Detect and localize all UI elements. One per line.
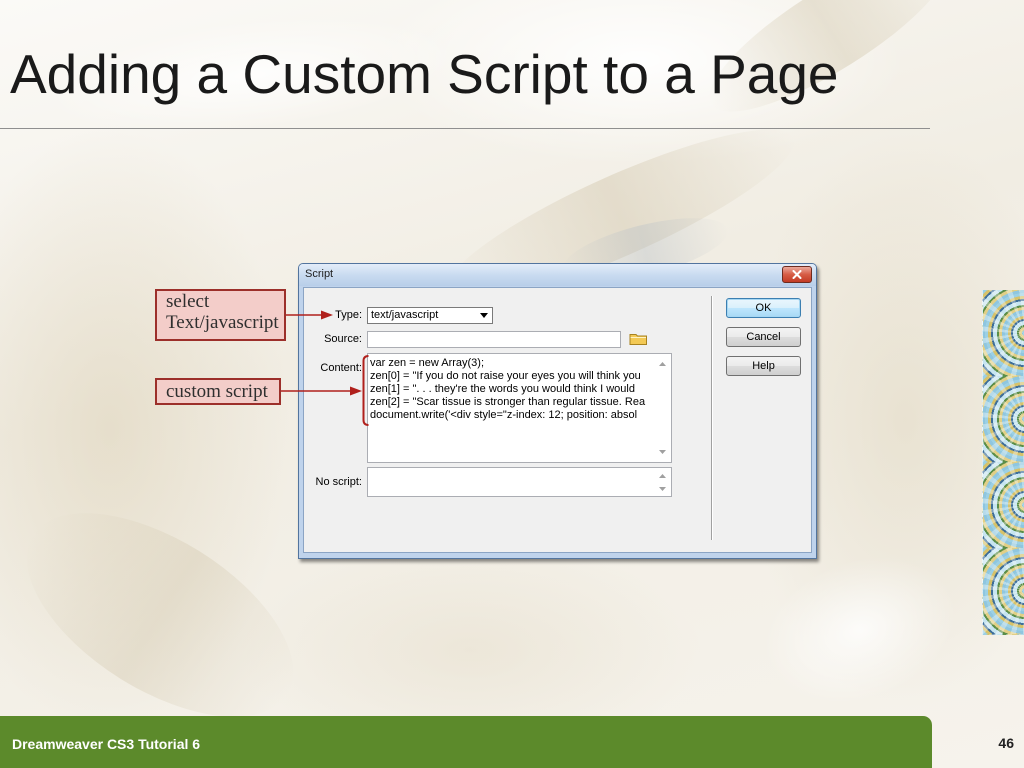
source-label: Source: <box>324 333 362 345</box>
decorative-pattern <box>982 290 1024 635</box>
script-dialog: Script Type: text/javascript Source: Con… <box>298 263 817 559</box>
noscript-textarea[interactable] <box>367 467 672 497</box>
chevron-down-icon <box>480 313 488 318</box>
scroll-down-icon[interactable] <box>659 487 666 491</box>
help-button[interactable]: Help <box>726 356 801 376</box>
slide: Adding a Custom Script to a Page Script … <box>0 0 1024 768</box>
content-callout: custom script <box>155 378 281 405</box>
page-number: 46 <box>998 735 1014 751</box>
type-callout-line: select <box>166 291 210 312</box>
dialog-body: Type: text/javascript Source: Content: v… <box>303 287 812 553</box>
footer-text: Dreamweaver CS3 Tutorial 6 <box>12 736 201 752</box>
scroll-up-icon[interactable] <box>659 474 666 478</box>
content-textarea[interactable]: var zen = new Array(3); zen[0] = "If you… <box>367 353 672 463</box>
type-callout: select Text/javascript <box>155 289 286 341</box>
content-line: zen[1] = ". . . they're the words you wo… <box>370 383 635 395</box>
content-callout-line: custom script <box>166 381 268 402</box>
cancel-button[interactable]: Cancel <box>726 327 801 347</box>
background-shape <box>742 530 978 730</box>
browse-folder-button[interactable] <box>629 332 648 346</box>
content-line: zen[2] = "Scar tissue is stronger than r… <box>370 396 646 408</box>
close-icon <box>792 270 802 279</box>
dialog-title: Script <box>305 268 334 280</box>
type-label: Type: <box>335 309 362 321</box>
close-button[interactable] <box>782 266 812 283</box>
type-select-value: text/javascript <box>371 309 439 321</box>
dialog-titlebar[interactable]: Script <box>299 264 816 286</box>
scroll-down-icon[interactable] <box>659 450 666 454</box>
content-label: Content: <box>320 362 362 374</box>
content-text: var zen = new Array(3); zen[0] = "If you… <box>370 357 654 462</box>
scroll-up-icon[interactable] <box>659 362 666 366</box>
ok-button[interactable]: OK <box>726 298 801 318</box>
content-line: var zen = new Array(3); <box>370 357 485 369</box>
noscript-scrollbar[interactable] <box>655 468 671 496</box>
noscript-label: No script: <box>315 476 362 488</box>
title-divider <box>0 128 930 129</box>
content-line: zen[0] = "If you do not raise your eyes … <box>370 370 641 382</box>
folder-icon <box>629 334 647 345</box>
content-scrollbar[interactable] <box>655 354 671 462</box>
vertical-separator <box>711 296 713 540</box>
source-input[interactable] <box>367 331 621 348</box>
type-select[interactable]: text/javascript <box>367 307 493 324</box>
type-callout-line: Text/javascript <box>166 312 279 333</box>
content-line: document.write('<div style="z-index: 12;… <box>370 409 638 421</box>
noscript-text <box>370 471 654 496</box>
slide-title: Adding a Custom Script to a Page <box>10 43 839 105</box>
